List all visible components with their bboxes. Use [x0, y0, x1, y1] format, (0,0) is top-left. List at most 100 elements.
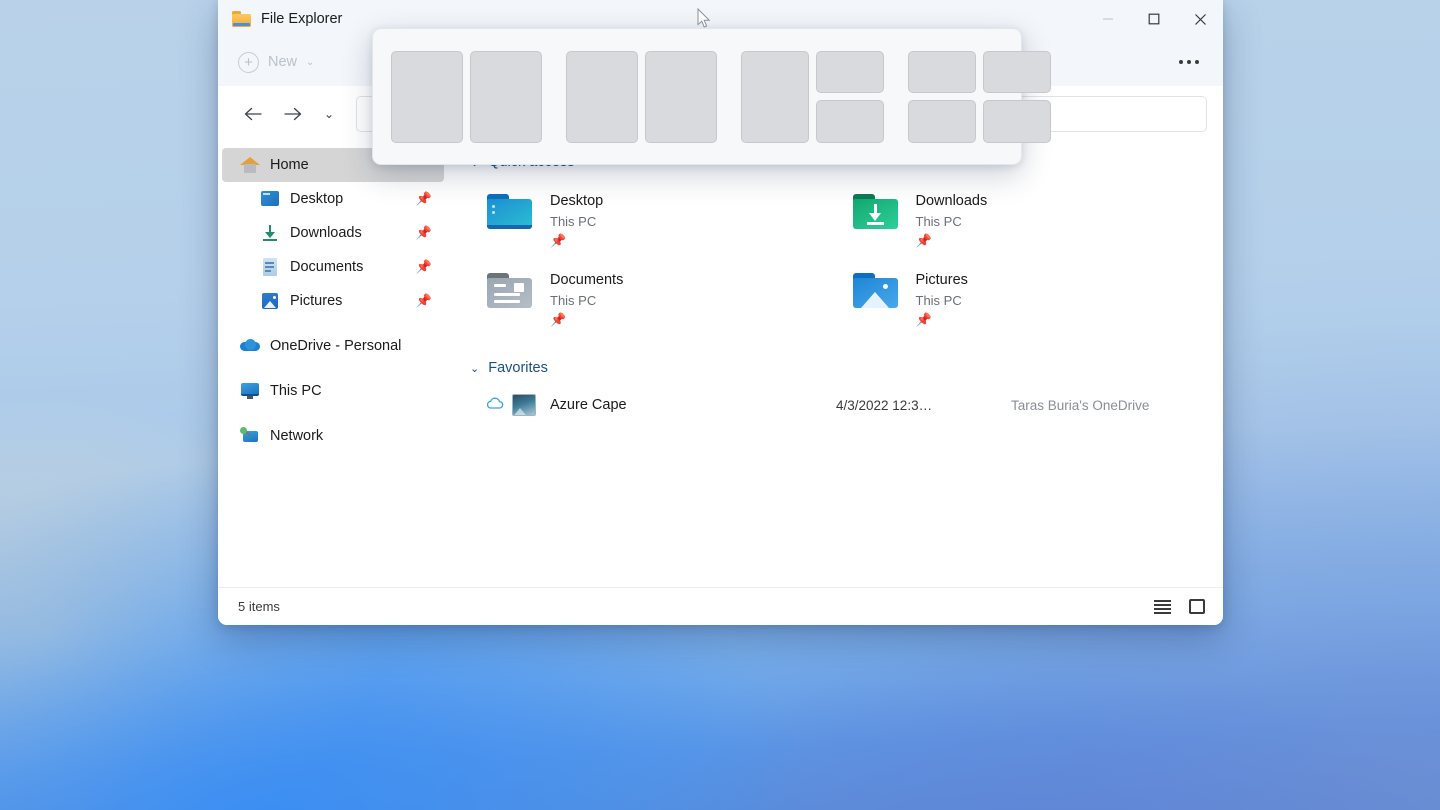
pin-icon: 📌: [550, 233, 603, 249]
item-name: Desktop: [550, 192, 603, 210]
table-row[interactable]: Azure Cape 4/3/2022 12:3… Taras Buria's …: [470, 388, 1201, 422]
sidebar-item-label: Downloads: [290, 225, 362, 241]
item-location: This PC: [916, 214, 988, 229]
snap-layouts-flyout: [372, 28, 1022, 165]
item-count: 5 items: [238, 599, 280, 614]
sidebar-item-label: Documents: [290, 259, 363, 275]
snap-tile-top-right[interactable]: [983, 51, 1051, 94]
sidebar-item-label: Desktop: [290, 191, 343, 207]
item-name: Downloads: [916, 192, 988, 210]
details-view-toggle[interactable]: [1187, 598, 1207, 616]
snap-layout-two-equal-columns-alt[interactable]: [566, 51, 717, 143]
favorites-title: Favorites: [488, 360, 548, 376]
snap-tile-left-tall[interactable]: [741, 51, 809, 143]
snap-tile-left-half[interactable]: [566, 51, 638, 143]
snap-tile-right-top[interactable]: [816, 51, 884, 94]
sidebar-item-label: This PC: [270, 383, 322, 399]
ellipsis-icon[interactable]: [1179, 60, 1199, 64]
snap-tile-right-half[interactable]: [645, 51, 717, 143]
view-toggle-group: [1153, 598, 1207, 616]
minimize-icon[interactable]: [1085, 0, 1131, 38]
item-location: This PC: [550, 214, 603, 229]
chevron-down-icon: ⌄: [470, 362, 479, 375]
content-pane: ⌄ Quick access Desktop This PC 📌: [448, 142, 1223, 587]
pin-icon: 📌: [550, 312, 623, 328]
snap-tile-top-left[interactable]: [908, 51, 976, 94]
cloud-icon: [486, 397, 506, 413]
status-bar: 5 items: [218, 587, 1223, 625]
snap-tile-right-half[interactable]: [470, 51, 542, 143]
item-location: This PC: [916, 293, 968, 308]
sidebar-divider: [218, 363, 448, 374]
quick-access-grid: Desktop This PC 📌 Downloads This PC 📌: [470, 182, 1201, 336]
image-thumbnail: [512, 394, 536, 416]
pin-icon[interactable]: 📌: [416, 191, 432, 207]
maximize-icon[interactable]: [1131, 0, 1177, 38]
pin-icon[interactable]: 📌: [416, 259, 432, 275]
folder-desktop-icon: [486, 190, 534, 234]
quick-access-item[interactable]: Downloads This PC 📌: [836, 182, 1202, 257]
new-button[interactable]: + New ⌄: [238, 52, 314, 73]
snap-layout-large-left-two-stacked-right[interactable]: [741, 51, 884, 143]
pin-icon[interactable]: 📌: [416, 293, 432, 309]
sidebar-divider: [218, 318, 448, 329]
sidebar-item-downloads[interactable]: Downloads 📌: [222, 216, 444, 250]
chevron-down-icon: ⌄: [306, 57, 314, 68]
window-controls: [1085, 0, 1223, 38]
folder-pictures-icon: [852, 269, 900, 313]
navigation-pane: Home Desktop 📌 Downloads 📌: [218, 142, 448, 587]
sidebar-item-pictures[interactable]: Pictures 📌: [222, 284, 444, 318]
sidebar-item-onedrive[interactable]: OneDrive - Personal: [222, 329, 444, 363]
pictures-icon: [260, 292, 280, 310]
folder-icon: [232, 11, 251, 27]
window-title: File Explorer: [261, 11, 342, 27]
quick-access-item[interactable]: Pictures This PC 📌: [836, 261, 1202, 336]
plus-circle-icon: +: [238, 52, 259, 73]
cloud-icon: [240, 337, 260, 355]
sidebar-item-desktop[interactable]: Desktop 📌: [222, 182, 444, 216]
sidebar-divider: [218, 408, 448, 419]
arrow-left-icon[interactable]: [236, 97, 270, 131]
favorites-header[interactable]: ⌄ Favorites: [470, 360, 1201, 376]
snap-tile-bottom-right[interactable]: [983, 100, 1051, 143]
sidebar-item-documents[interactable]: Documents 📌: [222, 250, 444, 284]
sidebar-item-this-pc[interactable]: This PC: [222, 374, 444, 408]
sidebar-item-network[interactable]: Network: [222, 419, 444, 453]
file-name: Azure Cape: [550, 397, 836, 413]
snap-layout-two-equal-columns[interactable]: [391, 51, 542, 143]
downloads-icon: [260, 224, 280, 242]
folder-documents-icon: [486, 269, 534, 313]
sidebar-item-label: Network: [270, 428, 323, 444]
documents-icon: [260, 258, 280, 276]
pin-icon[interactable]: 📌: [416, 225, 432, 241]
file-date: 4/3/2022 12:3…: [836, 398, 1011, 413]
network-icon: [240, 427, 260, 445]
folder-downloads-icon: [852, 190, 900, 234]
new-button-label: New: [268, 54, 297, 70]
desktop-wallpaper: File Explorer + New ⌄: [0, 0, 1440, 810]
item-name: Documents: [550, 271, 623, 289]
sidebar-item-label: OneDrive - Personal: [270, 338, 401, 354]
file-owner: Taras Buria's OneDrive: [1011, 398, 1201, 413]
window-body: Home Desktop 📌 Downloads 📌: [218, 142, 1223, 587]
pin-icon: 📌: [916, 312, 968, 328]
sidebar-item-label: Home: [270, 157, 309, 173]
snap-tile-bottom-left[interactable]: [908, 100, 976, 143]
snap-layout-four-quadrants[interactable]: [908, 51, 1051, 143]
quick-access-item[interactable]: Documents This PC 📌: [470, 261, 836, 336]
recent-locations-icon[interactable]: ⌄: [316, 97, 342, 131]
title-bar-left: File Explorer: [218, 11, 342, 27]
item-location: This PC: [550, 293, 623, 308]
desktop-icon: [260, 190, 280, 208]
sidebar-item-label: Pictures: [290, 293, 342, 309]
this-pc-icon: [240, 382, 260, 400]
quick-access-item[interactable]: Desktop This PC 📌: [470, 182, 836, 257]
home-icon: [240, 156, 260, 174]
list-view-toggle[interactable]: [1153, 598, 1173, 616]
arrow-right-icon[interactable]: [276, 97, 310, 131]
mouse-pointer-icon: [697, 8, 711, 29]
snap-tile-left-half[interactable]: [391, 51, 463, 143]
item-name: Pictures: [916, 271, 968, 289]
snap-tile-right-bottom[interactable]: [816, 100, 884, 143]
close-icon[interactable]: [1177, 0, 1223, 38]
